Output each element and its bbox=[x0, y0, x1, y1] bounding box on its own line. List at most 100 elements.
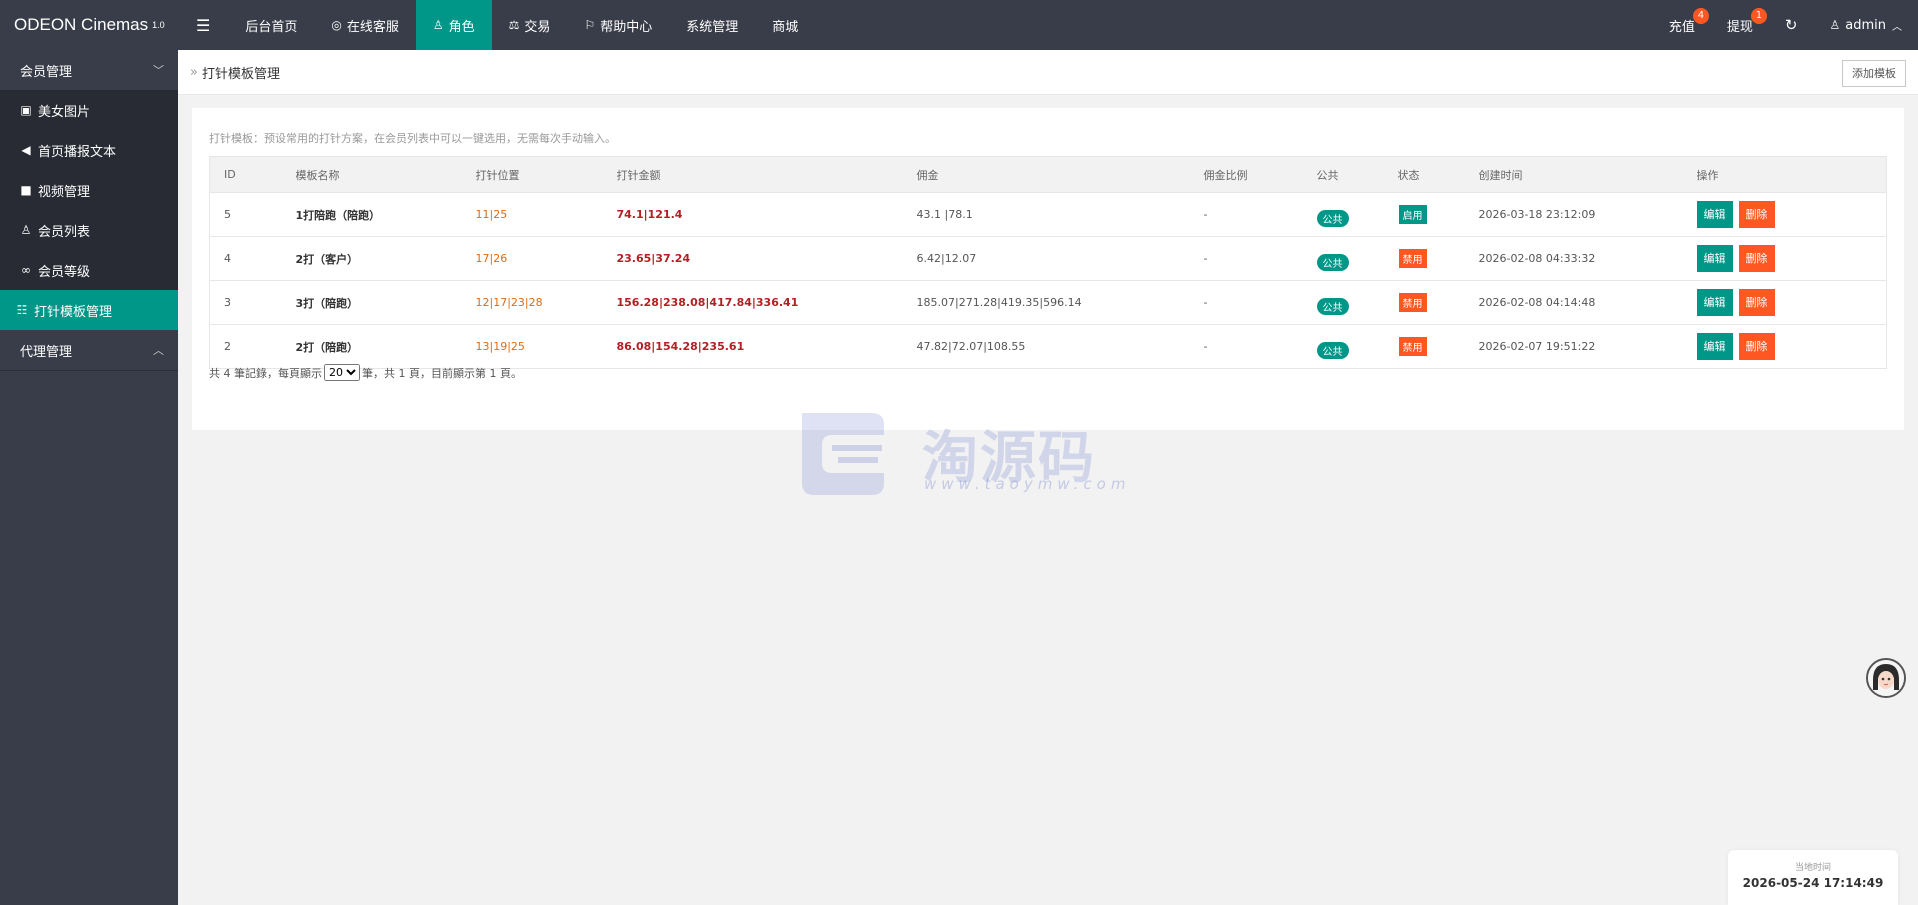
public-badge: 公共 bbox=[1316, 342, 1349, 359]
col-commission: 佣金 bbox=[902, 156, 1190, 193]
cell-ratio: - bbox=[1189, 324, 1303, 369]
support-avatar[interactable] bbox=[1866, 658, 1906, 698]
cell-name: 1打陪跑（陪跑） bbox=[281, 192, 462, 237]
col-name: 模板名称 bbox=[281, 156, 462, 193]
cell-id: 4 bbox=[209, 236, 282, 281]
col-status: 状态 bbox=[1383, 156, 1465, 193]
cell-commission: 185.07|271.28|419.35|596.14 bbox=[902, 280, 1190, 325]
col-ratio: 佣金比例 bbox=[1189, 156, 1303, 193]
delete-button[interactable]: 删除 bbox=[1738, 201, 1775, 228]
cell-name: 2打（陪跑） bbox=[281, 324, 462, 369]
withdraw-badge: 1 bbox=[1750, 8, 1767, 24]
cell-name: 2打（客户） bbox=[281, 236, 462, 281]
user-icon: ♙ bbox=[432, 18, 444, 32]
edit-button[interactable]: 编辑 bbox=[1696, 289, 1733, 316]
edit-button[interactable]: 编辑 bbox=[1696, 333, 1733, 360]
cell-actions: 编辑 删除 bbox=[1682, 236, 1887, 281]
status-badge[interactable]: 禁用 bbox=[1397, 336, 1428, 357]
cell-created: 2026-02-08 04:33:32 bbox=[1464, 236, 1683, 281]
user-name: admin bbox=[1845, 17, 1886, 33]
main-nav: ☰ 后台首页 ◎ 在线客服 ♙ 角色 ⚖ 交易 ⚐ 帮助中心 系统管理 商城 bbox=[178, 0, 815, 50]
nav-item-support[interactable]: ◎ 在线客服 bbox=[314, 0, 416, 50]
sliders-icon: ☷ bbox=[16, 303, 28, 317]
sidebar: 会员管理 ﹀ ▣ 美女图片 ◀ 首页播报文本 ■ 视频管理 ♙ 会员列表 ∞ 会员等级 ☷… bbox=[0, 50, 178, 905]
megaphone-icon: ◀ bbox=[21, 143, 31, 157]
cell-position: 12|17|23|28 bbox=[461, 280, 603, 325]
cell-amount: 74.1|121.4 bbox=[602, 192, 903, 237]
edit-button[interactable]: 编辑 bbox=[1696, 245, 1733, 272]
template-table: ID 模板名称 打针位置 打针金额 佣金 佣金比例 公共 状态 创建时间 操作 … bbox=[209, 156, 1887, 369]
recharge-badge: 4 bbox=[1692, 8, 1709, 24]
col-position: 打针位置 bbox=[461, 156, 603, 193]
refresh-icon: ↻ bbox=[1784, 16, 1798, 34]
cell-id: 3 bbox=[209, 280, 282, 325]
cell-amount: 86.08|154.28|235.61 bbox=[602, 324, 903, 369]
recharge-button[interactable]: 充值 4 bbox=[1653, 0, 1711, 50]
menu-toggle-button[interactable]: ☰ bbox=[178, 0, 228, 50]
cell-public: 公共 bbox=[1302, 324, 1384, 369]
pagination: 共 4 筆記錄，每頁顯示 20 筆，共 1 頁，目前顯示第 1 頁。 bbox=[209, 364, 522, 381]
flag-icon: ⚐ bbox=[584, 18, 596, 32]
user-menu[interactable]: ♙ admin ︿ bbox=[1814, 0, 1918, 50]
sidebar-group-agents[interactable]: 代理管理 ︿ bbox=[0, 330, 178, 370]
sidebar-item-images[interactable]: ▣ 美女图片 bbox=[0, 90, 178, 130]
sidebar-item-videos[interactable]: ■ 视频管理 bbox=[0, 170, 178, 210]
status-badge[interactable]: 启用 bbox=[1397, 204, 1428, 225]
local-clock: 当地时间 2026-05-24 17:14:49 bbox=[1728, 850, 1898, 905]
delete-button[interactable]: 删除 bbox=[1738, 333, 1775, 360]
col-id: ID bbox=[209, 156, 282, 193]
withdraw-button[interactable]: 提现 1 bbox=[1711, 0, 1769, 50]
delete-button[interactable]: 删除 bbox=[1738, 289, 1775, 316]
sidebar-group-members[interactable]: 会员管理 ﹀ bbox=[0, 50, 178, 90]
table-row: 2 2打（陪跑） 13|19|25 86.08|154.28|235.61 47.82|… bbox=[209, 324, 1887, 369]
cell-amount: 23.65|37.24 bbox=[602, 236, 903, 281]
chevron-down-icon: ﹀ bbox=[153, 64, 164, 77]
cell-status: 启用 bbox=[1383, 192, 1465, 237]
sidebar-item-template[interactable]: ☷ 打针模板管理 bbox=[0, 290, 178, 330]
template-card: 打针模板：预设常用的打针方案，在会员列表中可以一键选用，无需每次手动输入。 ID… bbox=[192, 108, 1904, 430]
nav-item-role[interactable]: ♙ 角色 bbox=[415, 0, 492, 50]
clock-time: 2026-05-24 17:14:49 bbox=[1742, 876, 1884, 890]
add-template-button[interactable]: 添加模板 bbox=[1842, 60, 1906, 87]
sidebar-item-label: 视频管理 bbox=[38, 184, 91, 200]
sidebar-item-member-list[interactable]: ♙ 会员列表 bbox=[0, 210, 178, 250]
menu-icon: ☰ bbox=[196, 15, 211, 35]
breadcrumb: » 打针模板管理 添加模板 bbox=[178, 50, 1918, 95]
refresh-button[interactable]: ↻ bbox=[1769, 0, 1814, 50]
public-badge: 公共 bbox=[1316, 210, 1349, 227]
chevron-up-icon: ︿ bbox=[153, 344, 164, 357]
status-badge[interactable]: 禁用 bbox=[1397, 292, 1428, 313]
cell-commission: 43.1 |78.1 bbox=[902, 192, 1190, 237]
sidebar-item-label: 首页播报文本 bbox=[38, 144, 117, 160]
page-title: 打针模板管理 bbox=[201, 66, 280, 82]
sidebar-item-broadcast[interactable]: ◀ 首页播报文本 bbox=[0, 130, 178, 170]
double-chevron-icon: » bbox=[190, 64, 198, 80]
nav-item-system[interactable]: 系统管理 bbox=[669, 0, 755, 50]
cell-public: 公共 bbox=[1302, 280, 1384, 325]
status-badge[interactable]: 禁用 bbox=[1397, 248, 1428, 269]
cell-status: 禁用 bbox=[1383, 236, 1465, 281]
cell-id: 5 bbox=[209, 192, 282, 237]
clock-label: 当地时间 bbox=[1794, 863, 1831, 873]
nav-item-mall[interactable]: 商城 bbox=[755, 0, 815, 50]
sidebar-group-label: 会员管理 bbox=[20, 64, 73, 80]
sidebar-item-label: 会员等级 bbox=[38, 264, 91, 280]
nav-item-help[interactable]: ⚐ 帮助中心 bbox=[567, 0, 669, 50]
cell-ratio: - bbox=[1189, 192, 1303, 237]
edit-button[interactable]: 编辑 bbox=[1696, 201, 1733, 228]
sidebar-item-member-level[interactable]: ∞ 会员等级 bbox=[0, 250, 178, 290]
public-badge: 公共 bbox=[1316, 298, 1349, 315]
link-icon: ∞ bbox=[21, 263, 31, 277]
delete-button[interactable]: 删除 bbox=[1738, 245, 1775, 272]
nav-item-trade[interactable]: ⚖ 交易 bbox=[492, 0, 568, 50]
nav-item-label: 系统管理 bbox=[686, 19, 739, 35]
user-icon: ♙ bbox=[1829, 18, 1841, 32]
avatar-icon bbox=[1868, 660, 1904, 696]
nav-item-home[interactable]: 后台首页 bbox=[228, 0, 314, 50]
col-amount: 打针金额 bbox=[602, 156, 903, 193]
app-logo[interactable]: ODEON Cinemas 1.0 bbox=[0, 0, 178, 50]
per-page-select[interactable]: 20 bbox=[324, 364, 360, 381]
table-row: 4 2打（客户） 17|26 23.65|37.24 6.42|12.07- 公共 禁用 20… bbox=[209, 236, 1887, 281]
cell-name: 3打（陪跑） bbox=[281, 280, 462, 325]
nav-item-label: 在线客服 bbox=[346, 19, 399, 35]
